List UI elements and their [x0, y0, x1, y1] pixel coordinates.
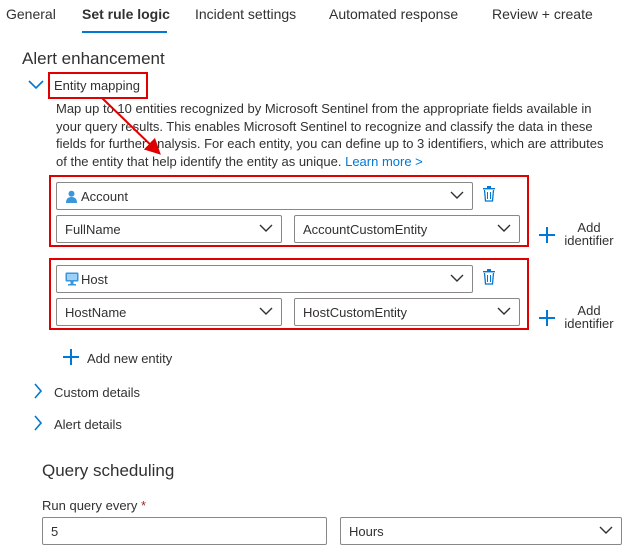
chevron-down-icon [259, 224, 273, 232]
query-scheduling-title: Query scheduling [42, 461, 175, 480]
host-icon [65, 272, 79, 286]
custom-details-label[interactable]: Custom details [54, 385, 140, 400]
chevron-down-icon [497, 307, 511, 315]
identifier-value: HostName [65, 305, 127, 320]
entity-type-dropdown-account[interactable]: Account [56, 182, 473, 210]
add-icon[interactable] [539, 310, 555, 326]
add-icon[interactable] [539, 227, 555, 243]
run-query-every-input[interactable]: 5 [42, 517, 327, 545]
entity-type-value: Host [81, 272, 108, 287]
add-identifier-button[interactable]: Add identifier [560, 221, 618, 247]
chevron-right-icon[interactable] [33, 415, 43, 431]
run-query-unit-value: Hours [349, 524, 384, 539]
add-new-entity-button[interactable]: Add new entity [87, 351, 172, 366]
add-identifier-button[interactable]: Add identifier [560, 304, 618, 330]
identifier-dropdown-account[interactable]: FullName [56, 215, 282, 243]
chevron-down-icon [450, 274, 464, 282]
entity-type-dropdown-host[interactable]: Host [56, 265, 473, 293]
run-query-value: 5 [51, 524, 59, 539]
chevron-down-icon [599, 526, 613, 534]
run-query-unit-dropdown[interactable]: Hours [340, 517, 622, 545]
chevron-down-icon [450, 191, 464, 199]
run-query-label: Run query every * [42, 498, 146, 513]
run-query-label-text: Run query every [42, 498, 138, 513]
alert-details-label[interactable]: Alert details [54, 417, 122, 432]
delete-icon[interactable] [482, 269, 496, 285]
delete-icon[interactable] [482, 186, 496, 202]
column-dropdown-account[interactable]: AccountCustomEntity [294, 215, 520, 243]
chevron-down-icon [497, 224, 511, 232]
column-dropdown-host[interactable]: HostCustomEntity [294, 298, 520, 326]
identifier-value: FullName [65, 222, 121, 237]
entity-type-value: Account [81, 189, 128, 204]
required-mark: * [141, 498, 147, 513]
column-value: AccountCustomEntity [303, 222, 428, 237]
column-value: HostCustomEntity [303, 305, 408, 320]
identifier-dropdown-host[interactable]: HostName [56, 298, 282, 326]
user-icon [66, 190, 77, 203]
chevron-down-icon [259, 307, 273, 315]
chevron-right-icon[interactable] [33, 383, 43, 399]
add-icon[interactable] [63, 349, 79, 365]
